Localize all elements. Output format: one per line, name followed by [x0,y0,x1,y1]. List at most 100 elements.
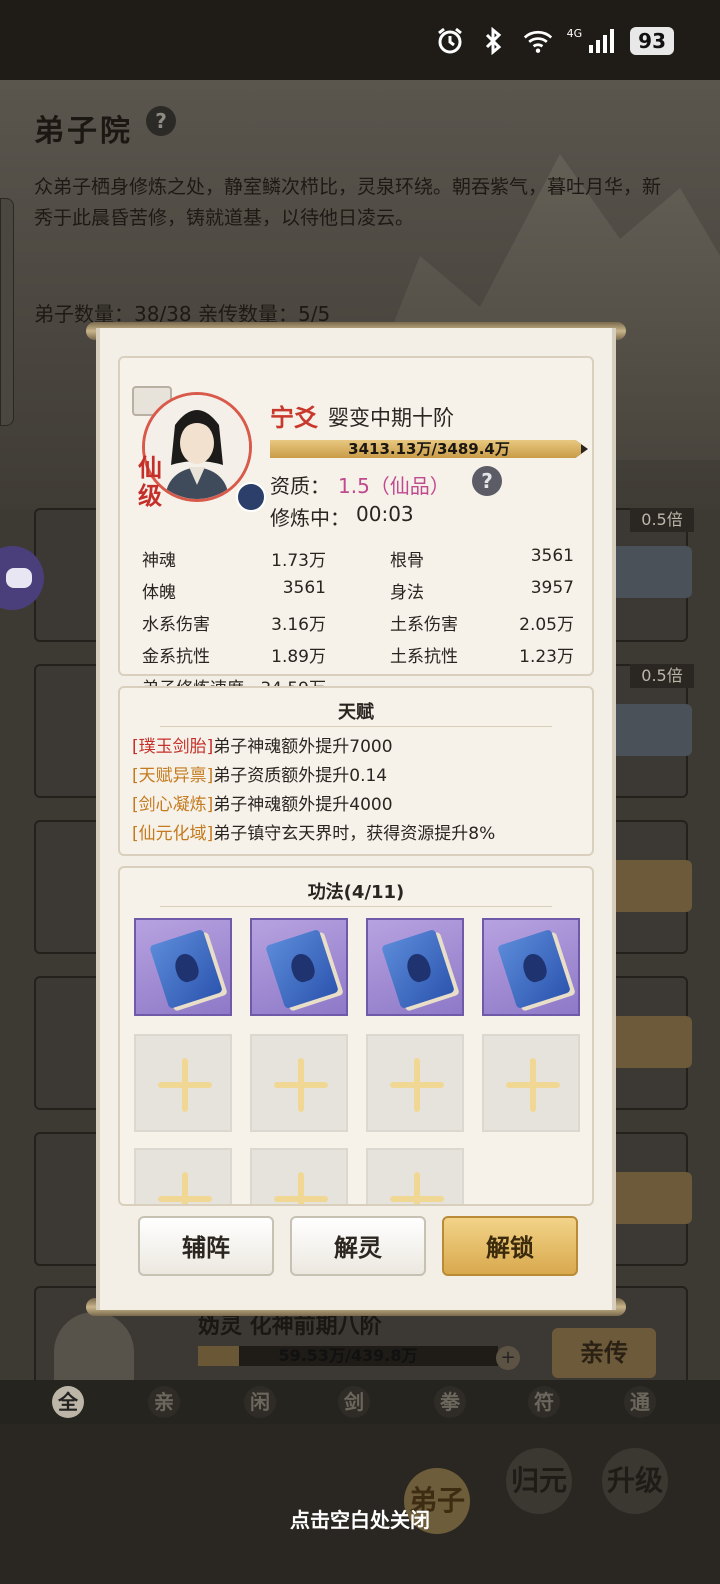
plus-icon [530,1058,536,1112]
assist-formation-button[interactable]: 辅阵 [138,1216,274,1276]
plus-icon [414,1058,420,1112]
skill-book-slot[interactable] [482,918,580,1016]
stat-row: 神魂 1.73万 根骨 3561 [142,546,576,576]
empty-skill-slot[interactable] [134,1148,232,1204]
skills-title: 功法(4/11) [307,882,405,903]
battery-indicator: 93 [630,27,674,55]
disciple-name: 宁爻 [270,404,318,432]
rate-tag: 0.5倍 [630,664,694,688]
stats-list[interactable]: 神魂 1.73万 根骨 3561 体魄 3561 身法 3957 水系伤害 3.… [142,546,576,686]
empty-skill-slot[interactable] [250,1034,348,1132]
close-hint[interactable]: 点击空白处关闭 [0,1504,720,1533]
stat-label: 土系抗性 [390,647,458,667]
disciple-realm: 婴变中期十阶 [328,406,454,430]
side-drawer-handle[interactable] [0,198,14,426]
stat-row: 金系抗性 1.89万 土系抗性 1.23万 [142,642,576,672]
filter-bar: 全 亲 闲 剑 拳 符 通 [0,1380,720,1424]
empty-skill-slot[interactable] [366,1034,464,1132]
stat-row: 水系伤害 3.16万 土系伤害 2.05万 [142,610,576,640]
disciple-info-panel: 仙级 宁爻 婴变中期十阶 3413.13万/3489.4万 资质： 1.5（仙品… [118,356,594,686]
card-action-button[interactable] [610,1172,692,1224]
network-type-label: 4G [566,26,583,40]
stat-label: 弟子修炼速度 [142,674,244,686]
aptitude-label: 资质： [270,474,330,498]
talent-desc: 弟子神魂额外提升7000 [213,737,393,757]
stat-value: 3561 [282,578,326,598]
stat-value: 3561 [530,546,574,566]
empty-skill-slot[interactable] [366,1148,464,1204]
aptitude-value: 1.5（仙品） [338,474,450,498]
empty-skill-slot[interactable] [482,1034,580,1132]
plus-icon [182,1172,188,1204]
skill-book-slot[interactable] [134,918,232,1016]
release-spirit-button[interactable]: 解灵 [290,1216,426,1276]
talent-title: 天赋 [338,702,374,723]
skills-panel: 功法(4/11) [118,866,594,1206]
grade-label: 仙级 [138,453,162,510]
card-action-button[interactable] [610,860,692,912]
card-action-button[interactable] [610,1016,692,1068]
filter-idle[interactable]: 闲 [244,1386,276,1418]
unlock-button[interactable]: 解锁 [442,1216,578,1276]
talent-panel: 天赋 [璞玉剑胎]弟子神魂额外提升7000 [天赋异禀]弟子资质额外提升0.14… [118,686,594,856]
card-action-button[interactable] [610,546,692,598]
training-timer: 00:03 [356,502,414,526]
status-bar: 4G 93 [0,0,720,80]
talent-tag: [天赋异禀] [132,766,214,786]
plus-icon [298,1058,304,1112]
plus-icon [414,1172,420,1204]
talent-tag: [剑心凝炼] [132,795,214,815]
card-action-button[interactable] [610,704,692,756]
exp-text: 3413.13万/3489.4万 [348,440,510,458]
rate-tag: 0.5倍 [630,508,694,532]
filter-fist[interactable]: 拳 [434,1386,466,1418]
filter-general[interactable]: 通 [624,1386,656,1418]
wifi-icon [523,26,553,56]
stat-label: 金系抗性 [142,647,210,667]
stat-value: 2.05万 [519,615,574,635]
plus-icon [298,1172,304,1204]
talent-tag: [璞玉剑胎] [132,737,214,757]
stat-label: 根骨 [390,551,424,571]
exp-bar: 3413.13万/3489.4万 [270,440,588,458]
page-title: 弟子院 [34,114,133,149]
filter-all[interactable]: 全 [52,1386,84,1418]
stat-label: 体魄 [142,583,176,603]
talent-desc: 弟子镇守玄天界时，获得资源提升8% [213,824,496,844]
personal-disciple-button[interactable]: 亲传 [552,1328,656,1378]
exp-bar: 59.53万/439.8万 [198,1346,498,1366]
help-icon[interactable]: ? [472,466,502,496]
filter-sword[interactable]: 剑 [338,1386,370,1418]
talent-item: [仙元化域]弟子镇守玄天界时，获得资源提升8% [132,819,495,844]
stat-value: 1.73万 [271,551,326,571]
filter-personal[interactable]: 亲 [148,1386,180,1418]
talent-tag: [仙元化域] [132,824,214,844]
plus-icon [182,1058,188,1112]
stat-row: 体魄 3561 身法 3957 [142,578,576,608]
stat-value: 34.59万 [242,674,326,686]
talent-item: [璞玉剑胎]弟子神魂额外提升7000 [132,732,393,757]
empty-skill-slot[interactable] [134,1034,232,1132]
stat-label: 土系伤害 [390,615,458,635]
page-description: 众弟子栖身修炼之处，静室鳞次栉比，灵泉环绕。朝吞紫气，暮吐月华，新秀于此晨昏苦修… [34,176,662,229]
stat-value: 3.16万 [271,615,326,635]
skill-book-icon [497,928,571,1010]
stat-label: 身法 [390,583,424,603]
talent-item: [剑心凝炼]弟子神魂额外提升4000 [132,790,393,815]
exp-text: 59.53万/439.8万 [278,1346,418,1365]
signal-icon [586,26,616,56]
skill-book-icon [381,928,455,1010]
help-icon[interactable]: ? [146,106,176,136]
skill-book-icon [265,928,339,1010]
alarm-icon [435,26,465,56]
talent-desc: 弟子资质额外提升0.14 [213,766,388,786]
skill-book-slot[interactable] [250,918,348,1016]
filter-talisman[interactable]: 符 [528,1386,560,1418]
disciple-detail-modal: 仙级 宁爻 婴变中期十阶 3413.13万/3489.4万 资质： 1.5（仙品… [96,328,616,1310]
add-icon[interactable]: + [496,1346,520,1370]
water-element-icon [236,482,266,512]
training-label: 修炼中： [270,506,350,530]
empty-skill-slot[interactable] [250,1148,348,1204]
skill-book-slot[interactable] [366,918,464,1016]
stat-value: 1.23万 [519,647,574,667]
